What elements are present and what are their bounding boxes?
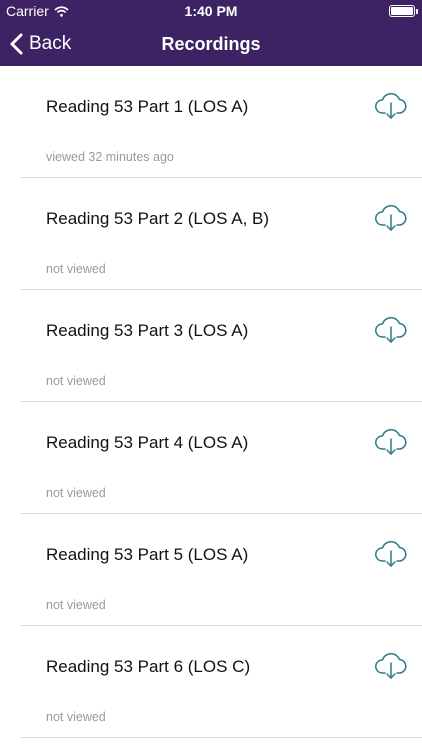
- cloud-download-icon[interactable]: [374, 90, 408, 120]
- recordings-list: Reading 53 Part 1 (LOS A) viewed 32 minu…: [0, 66, 422, 738]
- battery-icon: [389, 5, 418, 17]
- recording-title: Reading 53 Part 3 (LOS A): [46, 321, 249, 340]
- status-time: 1:40 PM: [184, 3, 238, 19]
- recording-status: not viewed: [46, 486, 106, 500]
- recording-row[interactable]: Reading 53 Part 2 (LOS A, B) not viewed: [20, 178, 422, 290]
- recording-row[interactable]: Reading 53 Part 1 (LOS A) viewed 32 minu…: [20, 66, 422, 178]
- cloud-download-icon[interactable]: [374, 538, 408, 568]
- status-bar: Carrier 1:40 PM: [0, 0, 422, 22]
- cloud-download-icon[interactable]: [374, 650, 408, 680]
- cloud-download-icon[interactable]: [374, 426, 408, 456]
- recording-status: not viewed: [46, 710, 106, 724]
- navigation-bar: Back Recordings: [0, 22, 422, 66]
- recording-row[interactable]: Reading 53 Part 6 (LOS C) not viewed: [20, 626, 422, 738]
- recording-status: viewed 32 minutes ago: [46, 150, 174, 164]
- recording-row[interactable]: Reading 53 Part 3 (LOS A) not viewed: [20, 290, 422, 402]
- recording-title: Reading 53 Part 1 (LOS A): [46, 97, 249, 116]
- page-title: Recordings: [161, 34, 261, 54]
- cloud-download-icon[interactable]: [374, 314, 408, 344]
- recording-title: Reading 53 Part 4 (LOS A): [46, 433, 249, 452]
- recording-title: Reading 53 Part 5 (LOS A): [46, 545, 249, 564]
- recording-status: not viewed: [46, 262, 106, 276]
- cloud-download-icon[interactable]: [374, 202, 408, 232]
- recording-status: not viewed: [46, 598, 106, 612]
- recording-row[interactable]: Reading 53 Part 4 (LOS A) not viewed: [20, 402, 422, 514]
- recording-status: not viewed: [46, 374, 106, 388]
- recording-row[interactable]: Reading 53 Part 5 (LOS A) not viewed: [20, 514, 422, 626]
- recording-title: Reading 53 Part 6 (LOS C): [46, 657, 251, 676]
- battery-fill: [391, 7, 413, 15]
- recording-title: Reading 53 Part 2 (LOS A, B): [46, 209, 270, 228]
- header: Carrier 1:40 PM Back Recordings: [0, 0, 422, 66]
